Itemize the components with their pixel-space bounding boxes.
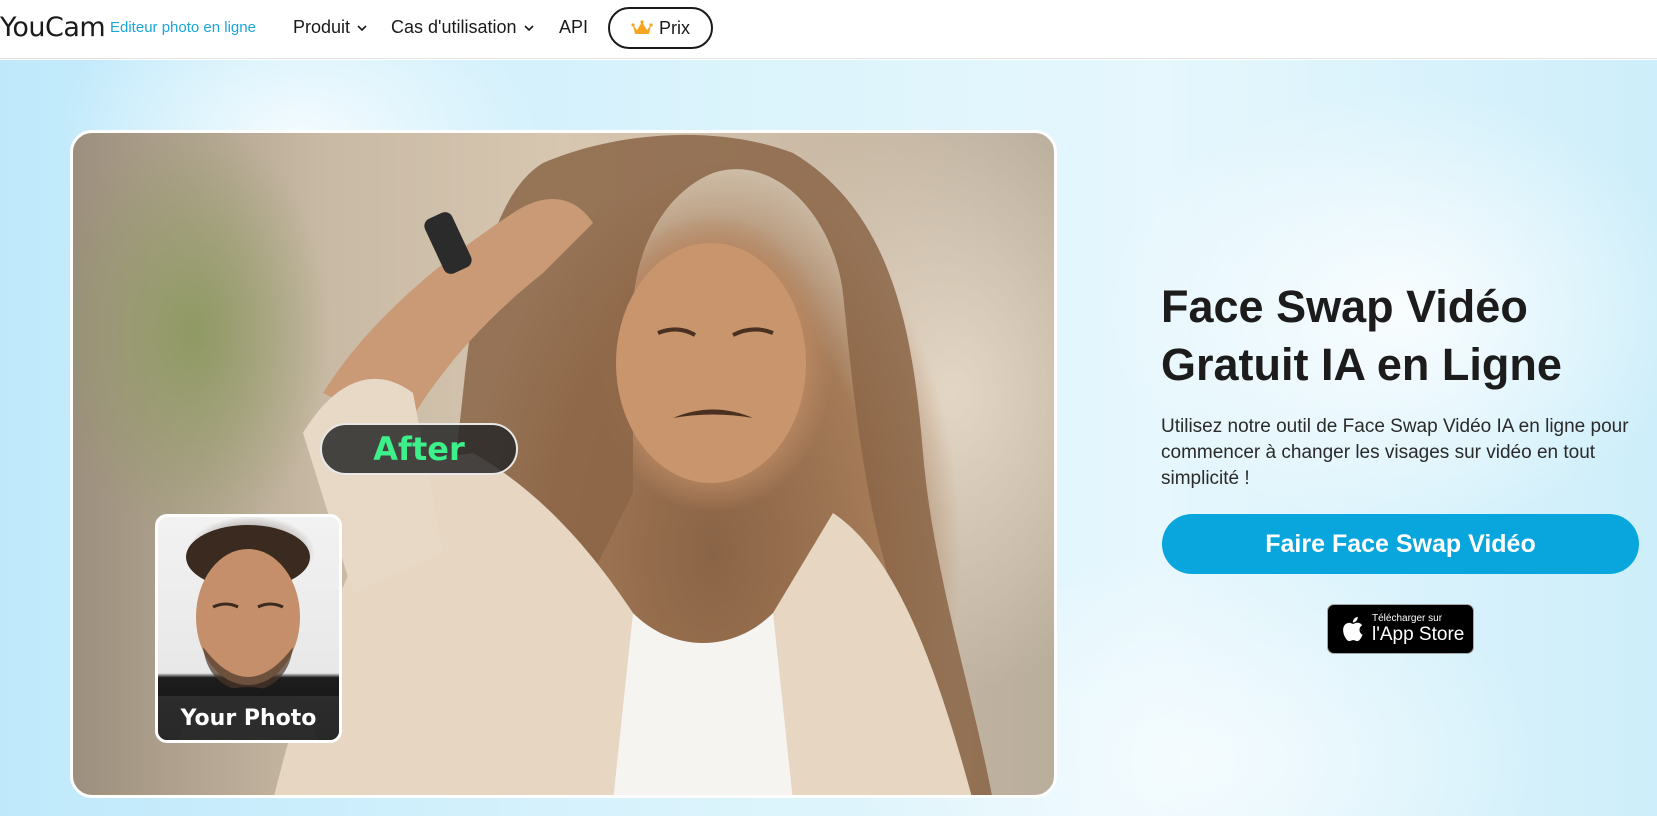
- nav-api[interactable]: API: [559, 17, 588, 38]
- nav-produit[interactable]: Produit: [293, 17, 368, 38]
- prix-label: Prix: [659, 17, 690, 38]
- face-swap-video-button[interactable]: Faire Face Swap Vidéo: [1162, 514, 1639, 574]
- app-store-text: Télécharger sur l'App Store: [1372, 613, 1464, 645]
- your-photo-label: Your Photo: [158, 696, 339, 740]
- nav-cas-label: Cas d'utilisation: [391, 17, 517, 37]
- title-line-2: Gratuit IA en Ligne: [1161, 339, 1562, 390]
- app-store-big-label: l'App Store: [1372, 624, 1465, 645]
- app-store-small-label: Télécharger sur: [1372, 613, 1443, 624]
- title-line-1: Face Swap Vidéo: [1161, 281, 1528, 332]
- your-photo-thumbnail: Your Photo: [155, 514, 342, 743]
- youcam-logo[interactable]: YouCam: [0, 12, 106, 43]
- nav-cas-utilisation[interactable]: Cas d'utilisation: [391, 17, 535, 38]
- prix-button[interactable]: Prix: [608, 7, 713, 49]
- logo-subtitle[interactable]: Editeur photo en ligne: [110, 19, 256, 36]
- crown-icon: [631, 20, 653, 34]
- page-title: Face Swap Vidéo Gratuit IA en Ligne: [1161, 278, 1631, 394]
- nav-produit-label: Produit: [293, 17, 351, 37]
- chevron-down-icon: [523, 24, 534, 31]
- after-badge: After: [320, 423, 518, 475]
- nav-api-label: API: [559, 17, 589, 37]
- app-store-button[interactable]: Télécharger sur l'App Store: [1327, 604, 1474, 654]
- top-nav: YouCam Editeur photo en ligne Produit Ca…: [0, 0, 1657, 59]
- hero-description: Utilisez notre outil de Face Swap Vidéo …: [1161, 416, 1629, 489]
- chevron-down-icon: [357, 24, 367, 31]
- apple-icon: [1343, 617, 1363, 642]
